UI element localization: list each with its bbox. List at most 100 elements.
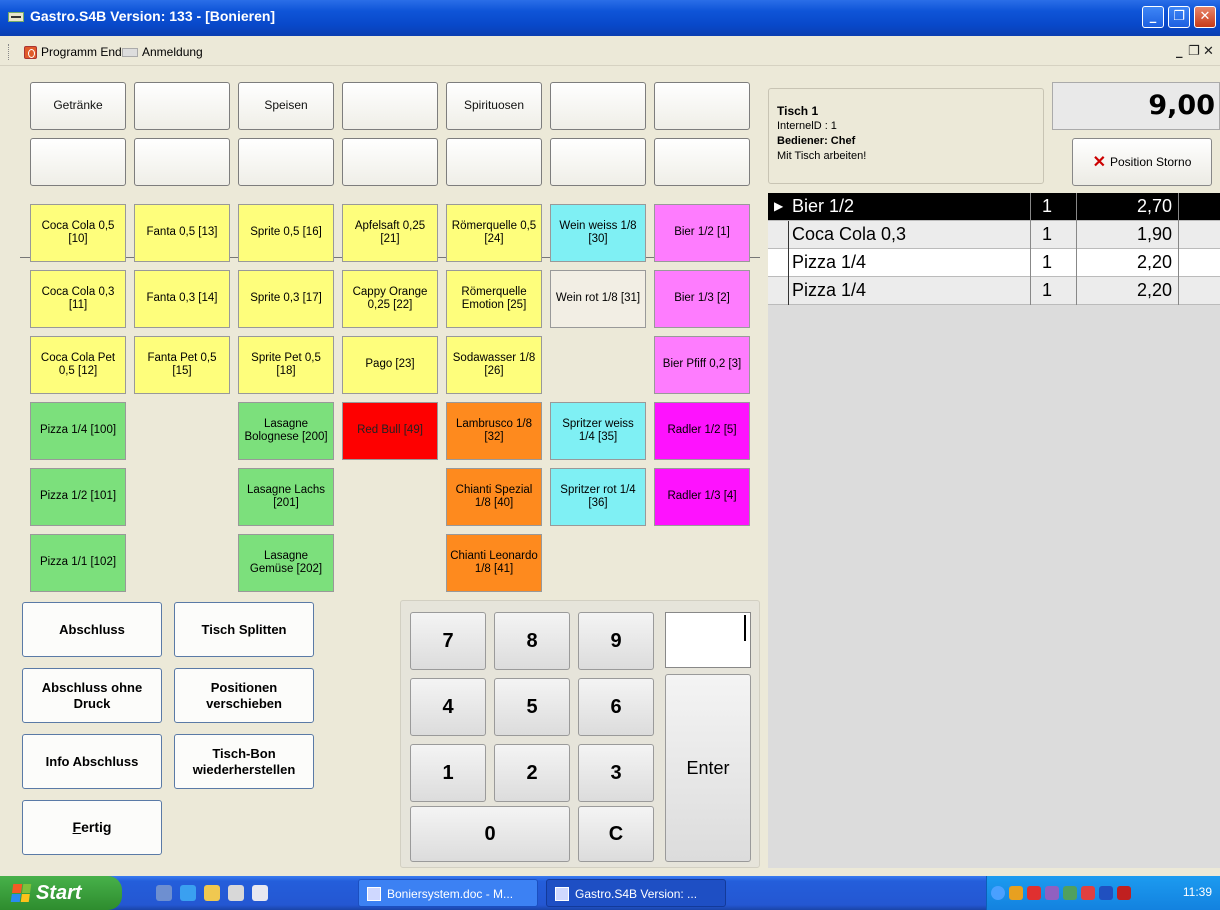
start-button[interactable]: Start — [0, 876, 122, 910]
taskbar-item-word[interactable]: Boniersystem.doc - M... — [358, 879, 538, 907]
category-button[interactable] — [446, 138, 542, 186]
product-roemerquelle-emotion[interactable]: Römerquelle Emotion [25] — [446, 270, 542, 328]
product-chianti-spezial[interactable]: Chianti Spezial 1/8 [40] — [446, 468, 542, 526]
product-lasagne-bolognese[interactable]: Lasagne Bolognese [200] — [238, 402, 334, 460]
product-sprite-pet[interactable]: Sprite Pet 0,5 [18] — [238, 336, 334, 394]
info-abschluss-button[interactable]: Info Abschluss — [22, 734, 162, 789]
app-quicklaunch-icon[interactable] — [252, 885, 268, 901]
key-3[interactable]: 3 — [578, 744, 654, 802]
product-pago[interactable]: Pago [23] — [342, 336, 438, 394]
abschluss-ohne-druck-button[interactable]: Abschluss ohne Druck — [22, 668, 162, 723]
category-button[interactable] — [238, 138, 334, 186]
product-radler-13[interactable]: Radler 1/3 [4] — [654, 468, 750, 526]
enter-key[interactable]: Enter — [665, 674, 751, 862]
product-roemerquelle-05[interactable]: Römerquelle 0,5 [24] — [446, 204, 542, 262]
mdi-restore-icon[interactable]: ❐ — [1188, 44, 1200, 59]
key-6[interactable]: 6 — [578, 678, 654, 736]
tray-expand-icon[interactable] — [991, 886, 1005, 900]
menu-login[interactable]: Anmeldung — [122, 45, 203, 59]
key-5[interactable]: 5 — [494, 678, 570, 736]
product-apfelsaft[interactable]: Apfelsaft 0,25 [21] — [342, 204, 438, 262]
text-caret — [744, 615, 746, 641]
product-coca-cola-03[interactable]: Coca Cola 0,3 [11] — [30, 270, 126, 328]
category-button[interactable] — [134, 82, 230, 130]
position-storno-button[interactable]: ✕ Position Storno — [1072, 138, 1212, 186]
tisch-splitten-button[interactable]: Tisch Splitten — [174, 602, 314, 657]
product-sprite-03[interactable]: Sprite 0,3 [17] — [238, 270, 334, 328]
product-lasagne-lachs[interactable]: Lasagne Lachs [201] — [238, 468, 334, 526]
folder-icon[interactable] — [204, 885, 220, 901]
category-button[interactable] — [654, 138, 750, 186]
order-row[interactable]: Pizza 1/4 1 2,20 — [768, 277, 1220, 305]
product-sprite-05[interactable]: Sprite 0,5 [16] — [238, 204, 334, 262]
category-button[interactable]: Speisen — [238, 82, 334, 130]
product-fanta-03[interactable]: Fanta 0,3 [14] — [134, 270, 230, 328]
key-2[interactable]: 2 — [494, 744, 570, 802]
product-lambrusco[interactable]: Lambrusco 1/8 [32] — [446, 402, 542, 460]
key-1[interactable]: 1 — [410, 744, 486, 802]
product-pizza-12[interactable]: Pizza 1/2 [101] — [30, 468, 126, 526]
key-9[interactable]: 9 — [578, 612, 654, 670]
product-bier-13[interactable]: Bier 1/3 [2] — [654, 270, 750, 328]
product-spritzer-weiss[interactable]: Spritzer weiss 1/4 [35] — [550, 402, 646, 460]
app-quicklaunch-icon[interactable] — [228, 885, 244, 901]
show-desktop-icon[interactable] — [156, 885, 172, 901]
product-pizza-11[interactable]: Pizza 1/1 [102] — [30, 534, 126, 592]
tray-network-icon[interactable] — [1099, 886, 1113, 900]
product-wein-rot[interactable]: Wein rot 1/8 [31] — [550, 270, 646, 328]
order-row[interactable]: Coca Cola 0,3 1 1,90 — [768, 221, 1220, 249]
product-sodawasser[interactable]: Sodawasser 1/8 [26] — [446, 336, 542, 394]
order-row[interactable]: Pizza 1/4 1 2,20 — [768, 249, 1220, 277]
tray-shield-icon[interactable] — [1081, 886, 1095, 900]
product-spritzer-rot[interactable]: Spritzer rot 1/4 [36] — [550, 468, 646, 526]
product-cappy-orange[interactable]: Cappy Orange 0,25 [22] — [342, 270, 438, 328]
category-button[interactable] — [342, 138, 438, 186]
category-button[interactable] — [134, 138, 230, 186]
internet-explorer-icon[interactable] — [180, 885, 196, 901]
abschluss-button[interactable]: Abschluss — [22, 602, 162, 657]
category-button[interactable] — [30, 138, 126, 186]
product-lasagne-gemuese[interactable]: Lasagne Gemüse [202] — [238, 534, 334, 592]
category-button[interactable] — [550, 138, 646, 186]
menu-exit[interactable]: Programm Ende — [24, 45, 128, 59]
product-fanta-pet[interactable]: Fanta Pet 0,5 [15] — [134, 336, 230, 394]
key-clear[interactable]: C — [578, 806, 654, 862]
key-0[interactable]: 0 — [410, 806, 570, 862]
minimize-button[interactable]: _ — [1142, 6, 1164, 28]
order-row[interactable]: ▶ Bier 1/2 1 2,70 — [768, 193, 1220, 221]
category-button[interactable]: Getränke — [30, 82, 126, 130]
tisch-bon-button[interactable]: Tisch-Bon wiederherstellen — [174, 734, 314, 789]
tray-security-icon[interactable] — [1027, 886, 1041, 900]
category-button[interactable] — [342, 82, 438, 130]
mdi-close-icon[interactable]: ✕ — [1203, 44, 1214, 59]
tray-app-icon[interactable] — [1063, 886, 1077, 900]
product-chianti-leonardo[interactable]: Chianti Leonardo 1/8 [41] — [446, 534, 542, 592]
taskbar-item-gastro[interactable]: Gastro.S4B Version: ... — [546, 879, 726, 907]
product-wein-weiss[interactable]: Wein weiss 1/8 [30] — [550, 204, 646, 262]
product-radler-12[interactable]: Radler 1/2 [5] — [654, 402, 750, 460]
tray-app-icon[interactable] — [1045, 886, 1059, 900]
close-button[interactable]: ✕ — [1194, 6, 1216, 28]
product-red-bull[interactable]: Red Bull [49] — [342, 402, 438, 460]
product-coca-cola-pet[interactable]: Coca Cola Pet 0,5 [12] — [30, 336, 126, 394]
tray-app-icon[interactable] — [1117, 886, 1131, 900]
key-7[interactable]: 7 — [410, 612, 486, 670]
order-item-price: 2,20 — [1136, 280, 1172, 300]
restore-button[interactable]: ❐ — [1168, 6, 1190, 28]
product-fanta-05[interactable]: Fanta 0,5 [13] — [134, 204, 230, 262]
category-button[interactable] — [550, 82, 646, 130]
positionen-verschieben-button[interactable]: Positionen verschieben — [174, 668, 314, 723]
product-bier-pfiff[interactable]: Bier Pfiff 0,2 [3] — [654, 336, 750, 394]
category-button[interactable] — [654, 82, 750, 130]
product-coca-cola-05[interactable]: Coca Cola 0,5 [10] — [30, 204, 126, 262]
category-button[interactable]: Spirituosen — [446, 82, 542, 130]
tray-app-icon[interactable] — [1009, 886, 1023, 900]
fertig-button[interactable]: Fertig — [22, 800, 162, 855]
product-pizza-14[interactable]: Pizza 1/4 [100] — [30, 402, 126, 460]
key-4[interactable]: 4 — [410, 678, 486, 736]
product-bier-12[interactable]: Bier 1/2 [1] — [654, 204, 750, 262]
key-8[interactable]: 8 — [494, 612, 570, 670]
mdi-minimize-icon[interactable]: _ — [1176, 44, 1183, 59]
order-list[interactable]: ▶ Bier 1/2 1 2,70 Coca Cola 0,3 1 1,90 P… — [768, 193, 1220, 868]
quantity-input[interactable] — [665, 612, 751, 668]
